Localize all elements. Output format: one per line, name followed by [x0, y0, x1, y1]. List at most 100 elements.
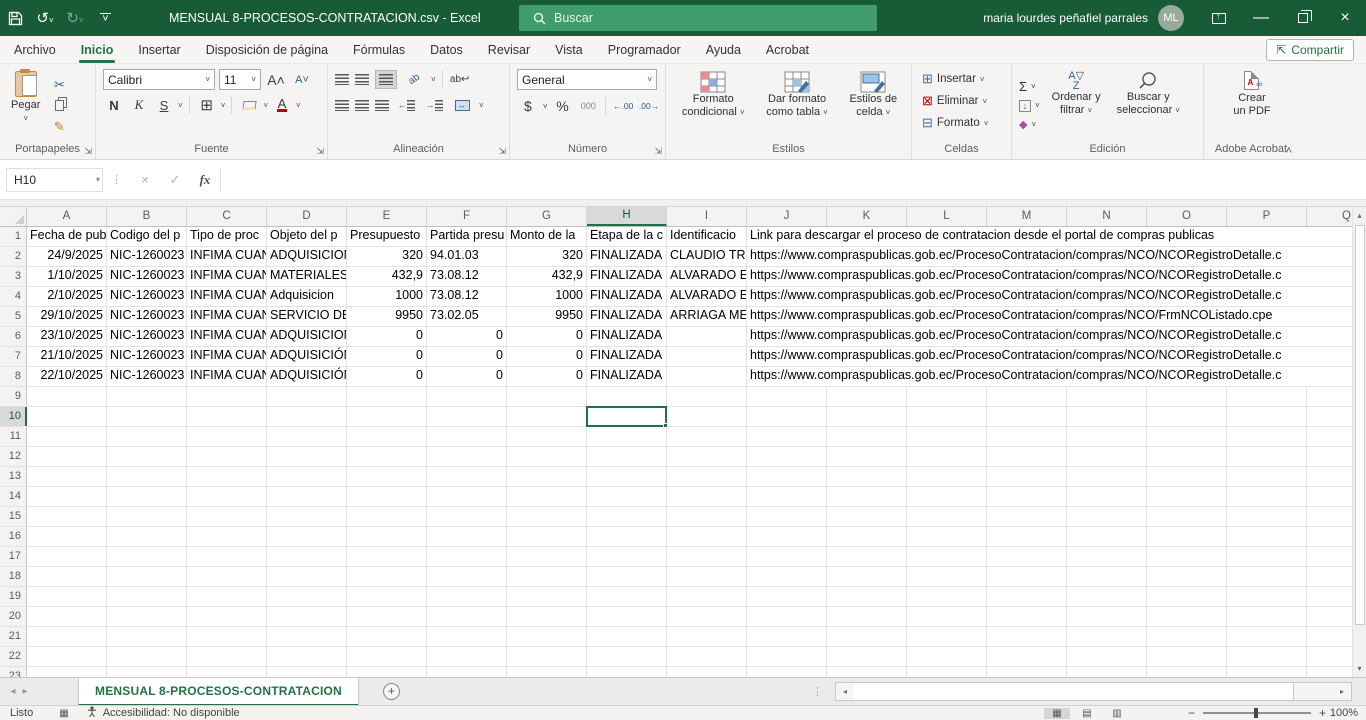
cell-F2[interactable]: 94.01.03	[427, 247, 507, 266]
italic-button[interactable]: K	[128, 95, 150, 115]
cell-N14[interactable]	[1067, 487, 1147, 506]
column-header-I[interactable]: I	[667, 207, 747, 226]
cell-E6[interactable]: 0	[347, 327, 427, 346]
scroll-down-icon[interactable]: ▾	[1357, 660, 1361, 677]
cut-icon[interactable]: ✂	[48, 75, 70, 95]
cell-K13[interactable]	[827, 467, 907, 486]
cell-H18[interactable]	[587, 567, 667, 586]
row-header-4[interactable]: 4	[0, 287, 27, 306]
cell-J15[interactable]	[747, 507, 827, 526]
cell-K10[interactable]	[827, 407, 907, 426]
cell-E23[interactable]	[347, 667, 427, 677]
cell-D13[interactable]	[267, 467, 347, 486]
formula-bar-splitter[interactable]: ⋮	[111, 173, 122, 186]
column-header-J[interactable]: J	[747, 207, 827, 226]
cell-P15[interactable]	[1227, 507, 1307, 526]
cell-N18[interactable]	[1067, 567, 1147, 586]
cell-C10[interactable]	[187, 407, 267, 426]
macro-record-icon[interactable]: ▦	[59, 708, 68, 719]
cell-C15[interactable]	[187, 507, 267, 526]
row-header-19[interactable]: 19	[0, 587, 27, 606]
undo-icon[interactable]: ↺˅	[30, 9, 60, 27]
cell-G13[interactable]	[507, 467, 587, 486]
cell-O20[interactable]	[1147, 607, 1227, 626]
cell-G3[interactable]: 432,9	[507, 267, 587, 286]
cell-I13[interactable]	[667, 467, 747, 486]
cell-G2[interactable]: 320	[507, 247, 587, 266]
cell-P18[interactable]	[1227, 567, 1307, 586]
cell-N15[interactable]	[1067, 507, 1147, 526]
cell-F21[interactable]	[427, 627, 507, 646]
cell-A1[interactable]: Fecha de pub	[27, 227, 107, 246]
cell-H23[interactable]	[587, 667, 667, 677]
cell-F15[interactable]	[427, 507, 507, 526]
cell-B1[interactable]: Codigo del p	[107, 227, 187, 246]
zoom-in-icon[interactable]: +	[1319, 706, 1326, 720]
horizontal-scroll-thumb[interactable]	[854, 683, 1294, 700]
cell-J17[interactable]	[747, 547, 827, 566]
row-header-15[interactable]: 15	[0, 507, 27, 526]
cell-E16[interactable]	[347, 527, 427, 546]
cell-G16[interactable]	[507, 527, 587, 546]
cell-P20[interactable]	[1227, 607, 1307, 626]
clear-icon[interactable]: ◆˅	[1019, 117, 1040, 133]
cell-H11[interactable]	[587, 427, 667, 446]
cell-L15[interactable]	[907, 507, 987, 526]
cell-H19[interactable]	[587, 587, 667, 606]
cell-M11[interactable]	[987, 427, 1067, 446]
cell-C22[interactable]	[187, 647, 267, 666]
cell-K11[interactable]	[827, 427, 907, 446]
cell-F22[interactable]	[427, 647, 507, 666]
cell-A21[interactable]	[27, 627, 107, 646]
cell-Q19[interactable]	[1307, 587, 1352, 606]
cell-B3[interactable]: NIC-1260023	[107, 267, 187, 286]
cell-E21[interactable]	[347, 627, 427, 646]
cell-F13[interactable]	[427, 467, 507, 486]
cell-I15[interactable]	[667, 507, 747, 526]
row-header-9[interactable]: 9	[0, 387, 27, 406]
cell-N9[interactable]	[1067, 387, 1147, 406]
font-dialog-launcher-icon[interactable]: ⇲	[316, 146, 324, 157]
cell-O18[interactable]	[1147, 567, 1227, 586]
tab-acrobat[interactable]: Acrobat	[766, 36, 809, 64]
cell-O23[interactable]	[1147, 667, 1227, 677]
cell-D1[interactable]: Objeto del p	[267, 227, 347, 246]
cell-M17[interactable]	[987, 547, 1067, 566]
cell-G11[interactable]	[507, 427, 587, 446]
tab-formulas[interactable]: Fórmulas	[353, 36, 405, 64]
row-header-1[interactable]: 1	[0, 227, 27, 246]
cell-O17[interactable]	[1147, 547, 1227, 566]
number-dialog-launcher-icon[interactable]: ⇲	[654, 146, 662, 157]
share-button[interactable]: ⇱Compartir	[1266, 39, 1354, 61]
alignment-dialog-launcher-icon[interactable]: ⇲	[498, 146, 506, 157]
cell-Q10[interactable]	[1307, 407, 1352, 426]
underline-button[interactable]: S	[153, 95, 175, 115]
cell-G20[interactable]	[507, 607, 587, 626]
cell-M21[interactable]	[987, 627, 1067, 646]
cell-B5[interactable]: NIC-1260023	[107, 307, 187, 326]
cell-Q22[interactable]	[1307, 647, 1352, 666]
cell-F5[interactable]: 73.02.05	[427, 307, 507, 326]
cell-B18[interactable]	[107, 567, 187, 586]
cell-C21[interactable]	[187, 627, 267, 646]
cell-Q21[interactable]	[1307, 627, 1352, 646]
cell-M14[interactable]	[987, 487, 1067, 506]
tab-archivo[interactable]: Archivo	[14, 36, 56, 64]
cell-H5[interactable]: FINALIZADA	[587, 307, 667, 326]
cell-J9[interactable]	[747, 387, 827, 406]
cell-G19[interactable]	[507, 587, 587, 606]
cell-B15[interactable]	[107, 507, 187, 526]
cell-O13[interactable]	[1147, 467, 1227, 486]
tab-ayuda[interactable]: Ayuda	[706, 36, 741, 64]
avatar[interactable]: ML	[1158, 5, 1184, 31]
cell-G21[interactable]	[507, 627, 587, 646]
cell-E2[interactable]: 320	[347, 247, 427, 266]
cell-K9[interactable]	[827, 387, 907, 406]
tab-disposicion[interactable]: Disposición de página	[206, 36, 328, 64]
cell-D10[interactable]	[267, 407, 347, 426]
cell-B4[interactable]: NIC-1260023	[107, 287, 187, 306]
cell-A15[interactable]	[27, 507, 107, 526]
cell-A16[interactable]	[27, 527, 107, 546]
cell-D23[interactable]	[267, 667, 347, 677]
number-format-select[interactable]: General˅	[517, 69, 657, 90]
